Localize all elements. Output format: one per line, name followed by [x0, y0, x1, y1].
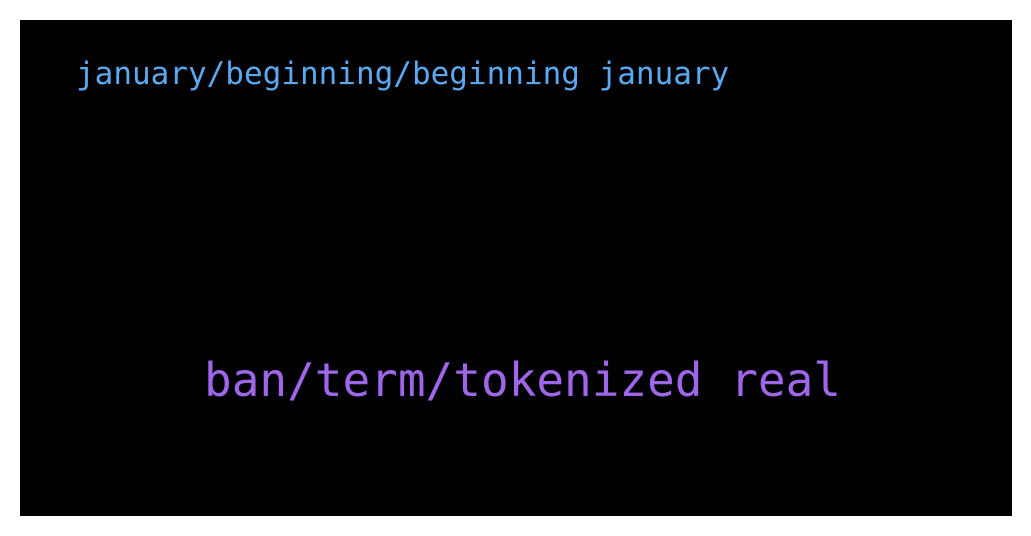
top-text-line: january/beginning/beginning january	[76, 56, 730, 92]
black-canvas: january/beginning/beginning january ban/…	[20, 20, 1012, 516]
bottom-text-line: ban/term/tokenized real	[204, 353, 841, 407]
